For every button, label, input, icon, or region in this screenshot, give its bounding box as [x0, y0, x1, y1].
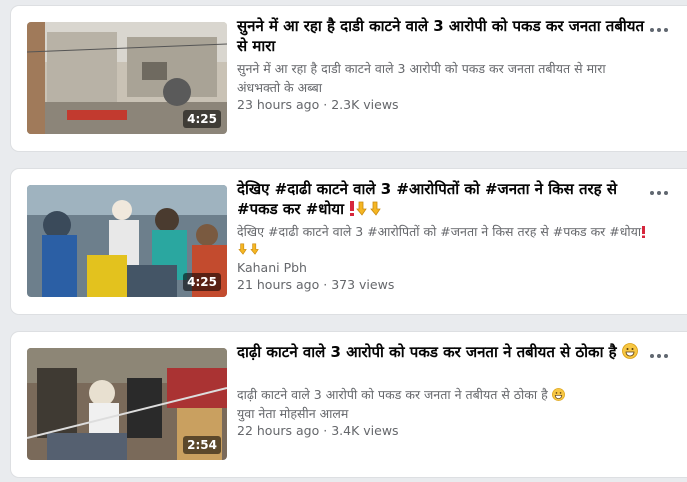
video-age: 22 hours ago — [237, 423, 320, 438]
pointing-down-emoji-icon — [238, 243, 247, 255]
pointing-down-emoji-icon — [370, 201, 381, 216]
video-meta: 21 hours ago · 373 views — [237, 276, 394, 293]
video-card[interactable]: 4:25 सुनने में आ रहा है दाडी काटने वाले … — [11, 6, 687, 151]
channel-name[interactable]: युवा नेता मोहसीन आलम — [237, 405, 348, 422]
more-options-button[interactable] — [645, 346, 673, 366]
more-options-button[interactable] — [645, 20, 673, 40]
pointing-down-emoji-icon — [356, 201, 367, 216]
video-views: 3.4K views — [331, 423, 399, 438]
video-description-text: दाढ़ी काटने वाले 3 आरोपी को पकड कर जनता … — [237, 387, 548, 402]
video-thumbnail[interactable]: 4:25 — [27, 185, 227, 297]
video-title[interactable]: दाढ़ी काटने वाले 3 आरोपी को पकड कर जनता … — [237, 342, 647, 362]
video-title[interactable]: सुनने में आ रहा है दाडी काटने वाले 3 आरो… — [237, 16, 647, 56]
video-description: देखिए #दाढी काटने वाले 3 #आरोपितों को #ज… — [237, 223, 647, 257]
video-age: 21 hours ago — [237, 277, 320, 292]
video-card[interactable]: 4:25 देखिए #दाढी काटने वाले 3 #आरोपितों … — [11, 169, 687, 314]
video-meta: 23 hours ago · 2.3K views — [237, 96, 399, 113]
video-duration: 4:25 — [183, 110, 221, 128]
video-thumbnail[interactable]: 2:54 — [27, 348, 227, 460]
video-views: 2.3K views — [331, 97, 399, 112]
channel-name[interactable]: अंधभक्तो के अब्बा — [237, 79, 322, 96]
video-title-text: दाढ़ी काटने वाले 3 आरोपी को पकड कर जनता … — [237, 343, 617, 361]
more-options-button[interactable] — [645, 183, 673, 203]
more-options-icon — [650, 28, 668, 32]
exclamation-emoji-icon — [642, 226, 646, 238]
video-description-text: देखिए #दाढी काटने वाले 3 #आरोपितों को #ज… — [237, 224, 642, 239]
pointing-down-emoji-icon — [250, 243, 259, 255]
more-options-icon — [650, 191, 668, 195]
video-duration: 2:54 — [183, 436, 221, 454]
more-options-icon — [650, 354, 668, 358]
video-description: सुनने में आ रहा है दाडी काटने वाले 3 आरो… — [237, 61, 606, 76]
grinning-emoji-icon — [551, 388, 565, 401]
video-age: 23 hours ago — [237, 97, 320, 112]
video-title-text: देखिए #दाढी काटने वाले 3 #आरोपितों को #ज… — [237, 180, 618, 218]
grinning-emoji-icon — [621, 343, 638, 359]
video-duration: 4:25 — [183, 273, 221, 291]
video-thumbnail[interactable]: 4:25 — [27, 22, 227, 134]
video-views: 373 views — [331, 277, 395, 292]
meta-separator: · — [323, 277, 328, 292]
video-title[interactable]: देखिए #दाढी काटने वाले 3 #आरोपितों को #ज… — [237, 179, 647, 219]
video-card[interactable]: 2:54 दाढ़ी काटने वाले 3 आरोपी को पकड कर … — [11, 332, 687, 477]
meta-separator: · — [323, 97, 328, 112]
video-meta: 22 hours ago · 3.4K views — [237, 422, 399, 439]
channel-name[interactable]: Kahani Pbh — [237, 259, 307, 276]
meta-separator: · — [323, 423, 328, 438]
video-description: दाढ़ी काटने वाले 3 आरोपी को पकड कर जनता … — [237, 386, 647, 403]
